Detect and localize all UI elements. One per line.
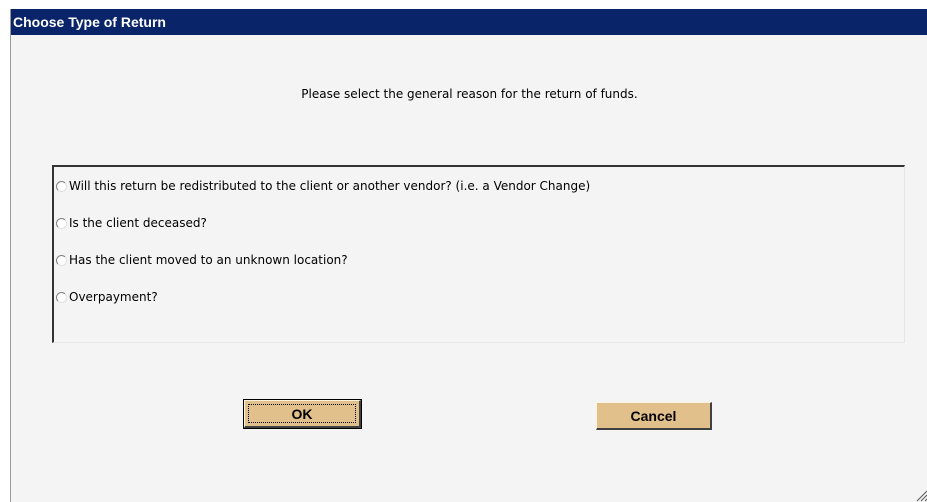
option-label: Overpayment? <box>69 290 158 304</box>
option-overpayment[interactable]: Overpayment? <box>56 287 158 307</box>
option-client-deceased[interactable]: Is the client deceased? <box>56 213 207 233</box>
radio-button[interactable] <box>56 180 67 192</box>
ok-button-label: OK <box>248 404 356 423</box>
radio-button[interactable] <box>56 217 67 229</box>
option-moved-unknown[interactable]: Has the client moved to an unknown locat… <box>56 250 348 270</box>
cancel-button[interactable]: Cancel <box>596 402 712 430</box>
window-title: Choose Type of Return <box>11 9 927 35</box>
option-label: Will this return be redistributed to the… <box>69 179 591 193</box>
return-reason-group: Will this return be redistributed to the… <box>52 165 905 343</box>
instruction-text: Please select the general reason for the… <box>301 87 638 101</box>
option-label: Is the client deceased? <box>69 216 207 230</box>
radio-button[interactable] <box>56 254 67 266</box>
dialog-window: Choose Type of Return Please select the … <box>10 9 927 502</box>
option-vendor-change[interactable]: Will this return be redistributed to the… <box>56 176 590 196</box>
resize-grip-icon[interactable] <box>914 488 927 502</box>
radio-button[interactable] <box>56 291 67 303</box>
option-label: Has the client moved to an unknown locat… <box>69 253 348 267</box>
ok-button[interactable]: OK <box>243 399 362 429</box>
